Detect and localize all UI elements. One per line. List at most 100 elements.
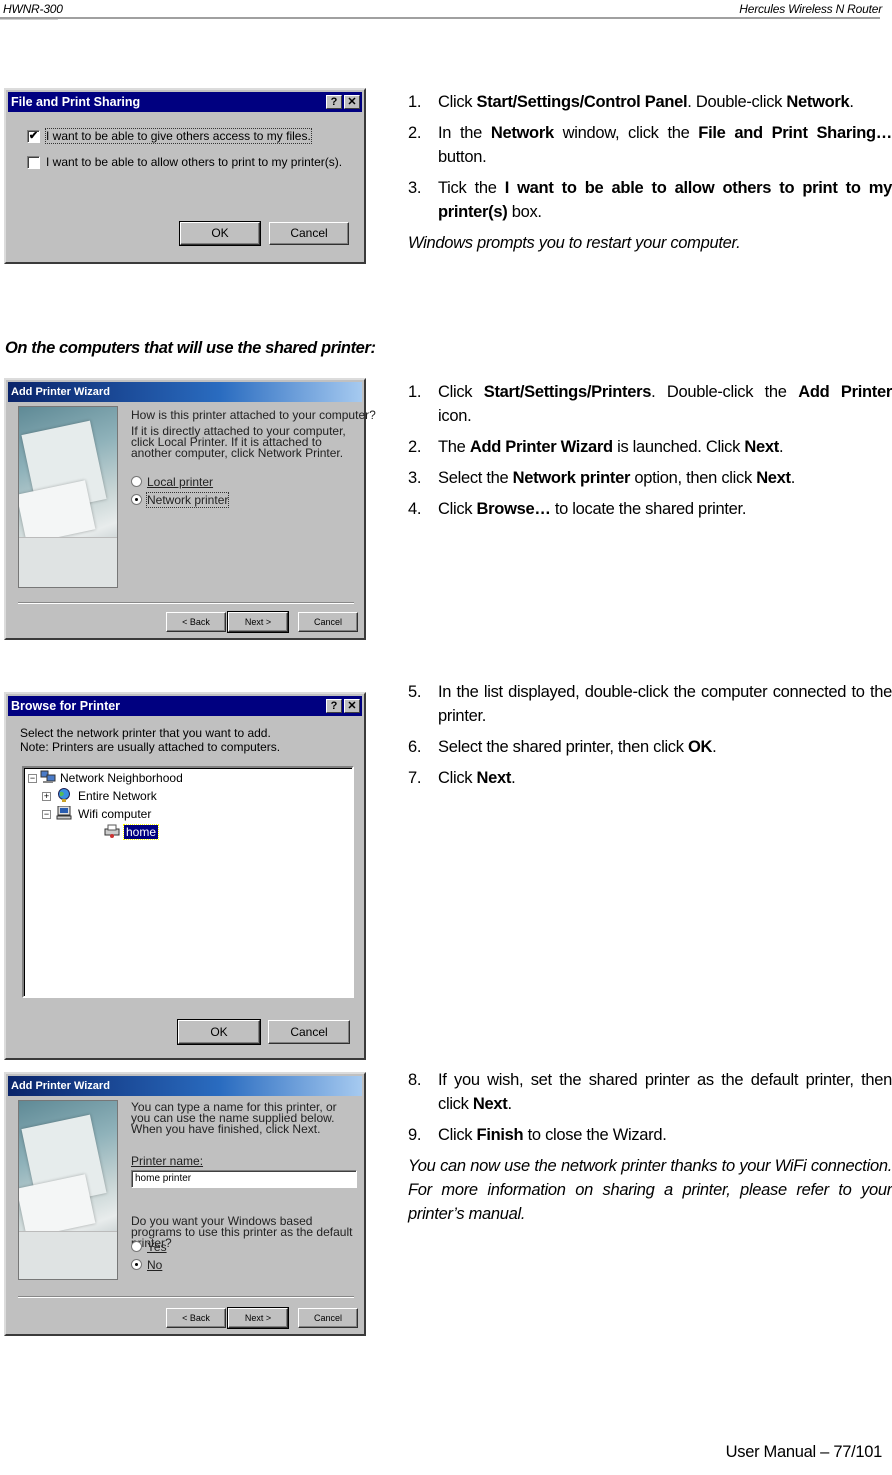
step-text: Click — [438, 1126, 477, 1144]
cancel-button[interactable]: Cancel — [269, 222, 349, 245]
instruction-step: 1. Click Start/Settings/Control Panel. Do… — [408, 90, 892, 114]
step-text: In the — [438, 124, 491, 142]
wizard-illustration — [18, 406, 118, 588]
step-text: . Double-click the — [651, 383, 799, 401]
shared-printer-icon — [104, 824, 120, 838]
help-icon[interactable]: ? — [326, 699, 342, 713]
section4-steps: 8. If you wish, set the shared printer as… — [408, 1068, 892, 1226]
step-text: In the list displayed, double-click the … — [438, 683, 892, 725]
separator — [18, 602, 354, 604]
cancel-button[interactable]: Cancel — [298, 1308, 358, 1328]
step-text: . — [790, 469, 796, 487]
step-emphasis: Browse… — [476, 500, 551, 518]
step-emphasis: Next — [756, 469, 791, 487]
back-button[interactable]: < Back — [166, 1308, 226, 1328]
next-button[interactable]: Next > — [227, 1307, 289, 1329]
dialog-titlebar: Add Printer Wizard — [8, 382, 362, 402]
step-number: 8. — [408, 1071, 422, 1089]
tree-item-entire-network[interactable]: Entire Network — [78, 789, 157, 803]
step-text: . — [712, 738, 717, 756]
dialog-title: File and Print Sharing — [11, 95, 141, 109]
instruction-step: 1. Click Start/Settings/Printers. Double-… — [408, 380, 892, 428]
step-emphasis: Network printer — [512, 469, 631, 487]
step-text: Click — [438, 769, 477, 787]
dialog-titlebar: File and Print Sharing ? ✕ — [8, 92, 362, 112]
cancel-button[interactable]: Cancel — [268, 1020, 350, 1044]
local-printer-radio[interactable] — [131, 476, 142, 487]
dialog-title: Browse for Printer — [11, 699, 121, 713]
tree-item-network-neighborhood[interactable]: Network Neighborhood — [60, 771, 183, 785]
step-number: 3. — [408, 179, 422, 197]
globe-icon — [56, 788, 72, 802]
step-text: The — [438, 438, 470, 456]
section1-steps: 1. Click Start/Settings/Control Panel. Do… — [408, 90, 892, 255]
expand-icon[interactable]: + — [42, 792, 51, 801]
tree-item-home-printer[interactable]: home — [122, 824, 160, 840]
collapse-icon[interactable]: − — [42, 810, 51, 819]
step-text: Select the shared printer, then click — [438, 738, 688, 756]
close-icon[interactable]: ✕ — [344, 95, 360, 109]
closing-note: You can now use the network printer than… — [408, 1157, 892, 1223]
close-icon[interactable]: ✕ — [344, 699, 360, 713]
network-printer-radio[interactable] — [131, 494, 142, 505]
ok-button[interactable]: OK — [179, 221, 261, 246]
browse-note: Note: Printers are usually attached to c… — [20, 740, 281, 754]
add-printer-wizard-dialog: Add Printer Wizard How is this printer a… — [4, 378, 376, 640]
wizard-intro: You can type a name for this printer, or… — [131, 1100, 337, 1136]
instruction-step: 5. In the list displayed, double-click th… — [408, 680, 892, 728]
step-text: option, then click — [630, 469, 757, 487]
step-number: 6. — [408, 738, 422, 756]
step-text: Click — [438, 383, 484, 401]
share-files-label: I want to be able to give others access … — [45, 128, 312, 144]
computer-icon — [56, 805, 72, 820]
step-emphasis: Start/Settings/Printers — [483, 383, 652, 401]
dialog-titlebar: Add Printer Wizard — [8, 1076, 362, 1096]
step-emphasis: Finish — [476, 1126, 524, 1144]
step-emphasis: Add Printer — [798, 383, 892, 401]
cancel-button[interactable]: Cancel — [298, 612, 358, 632]
header-rule — [0, 17, 880, 19]
instruction-step: 2. The Add Printer Wizard is launched. Cl… — [408, 435, 892, 459]
step-text: to locate the shared printer. — [550, 500, 747, 518]
header-product: Hercules Wireless N Router — [739, 2, 882, 16]
printer-name-label: Printer name: — [131, 1154, 204, 1168]
instruction-step: 7. Click Next. — [408, 766, 892, 790]
dialog-titlebar: Browse for Printer ? ✕ — [8, 696, 362, 716]
local-printer-label: Local printer — [147, 475, 214, 489]
printer-name-input[interactable]: home printer — [131, 1170, 357, 1188]
step-text: Click — [438, 93, 477, 111]
help-icon[interactable]: ? — [326, 95, 342, 109]
step-text: . — [511, 769, 516, 787]
step-emphasis: Next — [472, 1095, 508, 1113]
restart-note: Windows prompts you to restart your comp… — [408, 234, 741, 252]
network-tree[interactable]: − Network Neighborhood + Entire Network … — [22, 766, 354, 998]
default-no-label: No — [147, 1258, 163, 1272]
step-emphasis: Network — [786, 93, 850, 111]
step-emphasis: File and Print Sharing… — [698, 124, 892, 142]
instruction-step: 4. Click Browse… to locate the shared pri… — [408, 497, 892, 521]
tree-item-wifi-computer[interactable]: Wifi computer — [78, 807, 151, 821]
step-emphasis: Next — [744, 438, 779, 456]
step-number: 9. — [408, 1126, 422, 1144]
share-printers-checkbox[interactable] — [27, 156, 40, 169]
instruction-step: 3. Tick the I want to be able to allow ot… — [408, 176, 892, 224]
step-number: 2. — [408, 124, 422, 142]
back-button[interactable]: < Back — [166, 612, 226, 632]
default-no-radio[interactable] — [131, 1259, 142, 1270]
step-text: . — [507, 1095, 512, 1113]
step-text: icon. — [438, 407, 472, 425]
ok-button[interactable]: OK — [177, 1019, 261, 1045]
page-footer: User Manual – 77/101 — [725, 1443, 883, 1461]
step-number: 5. — [408, 683, 422, 701]
share-files-checkbox[interactable]: ✔ — [27, 130, 40, 143]
instruction-step: 6. Select the shared printer, then click … — [408, 735, 892, 759]
instruction-step: 2. In the Network window, click the File … — [408, 121, 892, 169]
step-emphasis: Start/Settings/Control Panel — [476, 93, 688, 111]
file-print-sharing-dialog: File and Print Sharing ? ✕ ✔ I want to b… — [4, 88, 366, 264]
default-yes-radio[interactable] — [131, 1241, 142, 1252]
next-button[interactable]: Next > — [227, 611, 289, 633]
step-number: 4. — [408, 500, 422, 518]
step-emphasis: OK — [688, 738, 713, 756]
step-text: button. — [438, 148, 487, 166]
collapse-icon[interactable]: − — [28, 774, 37, 783]
